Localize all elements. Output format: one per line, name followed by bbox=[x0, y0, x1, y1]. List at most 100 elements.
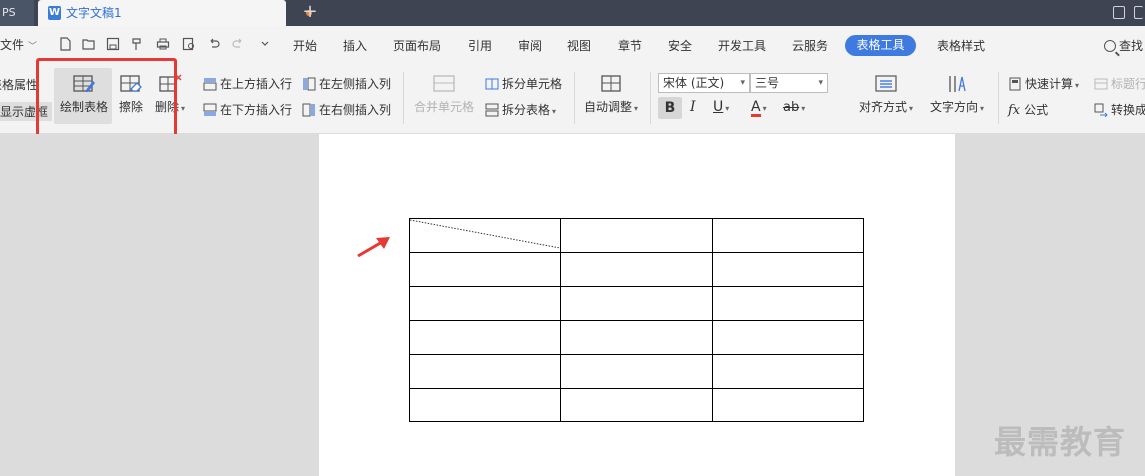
font-size-value: 三号 bbox=[755, 76, 780, 90]
auto-fit-label: 自动调整 bbox=[583, 100, 632, 114]
new-tab-button[interactable]: + bbox=[300, 0, 320, 26]
chevron-down-icon: ▾ bbox=[1075, 81, 1080, 90]
watermark: 最需教育 bbox=[994, 423, 1127, 461]
menu-review[interactable]: 审阅 bbox=[518, 37, 542, 54]
insert-row-above-label: 在上方插入行 bbox=[220, 77, 293, 91]
insert-col-left-icon bbox=[303, 77, 316, 91]
chevron-down-icon: ▾ bbox=[801, 104, 806, 113]
highlight-box bbox=[36, 58, 177, 140]
insert-col-right-button[interactable]: 在右侧插入列 bbox=[302, 101, 391, 118]
menu-home[interactable]: 开始 bbox=[293, 37, 317, 54]
auto-fit-button[interactable]: 自动调整 ▾ bbox=[580, 74, 642, 115]
split-table-icon bbox=[485, 103, 499, 117]
insert-row-above-icon bbox=[203, 78, 217, 91]
title-row-icon bbox=[1094, 78, 1108, 90]
menu-view[interactable]: 视图 bbox=[567, 37, 591, 54]
insert-col-left-button[interactable]: 在左侧插入列 bbox=[302, 75, 391, 92]
insert-row-above-button[interactable]: 在上方插入行 bbox=[203, 75, 292, 92]
merge-cells-icon bbox=[433, 75, 455, 92]
auto-fit-icon bbox=[601, 75, 621, 92]
title-row-label: 标题行 bbox=[1111, 77, 1145, 91]
text-direction-label: 文字方向 bbox=[929, 100, 978, 114]
font-name-select[interactable]: 宋体 (正文) ▾ bbox=[658, 73, 750, 93]
chevron-down-icon: ▾ bbox=[181, 104, 186, 113]
formula-label: 公式 bbox=[1024, 103, 1049, 117]
split-table-label: 拆分表格 bbox=[502, 103, 551, 117]
chevron-down-icon: ▾ bbox=[762, 104, 767, 113]
split-cells-button[interactable]: 拆分单元格 bbox=[485, 75, 562, 92]
convert-label: 转换成 bbox=[1111, 103, 1145, 117]
annotation-arrow-icon bbox=[357, 237, 390, 258]
chevron-down-icon: ▾ bbox=[909, 104, 914, 113]
font-color-label: A bbox=[751, 99, 761, 117]
chevron-down-icon: ▾ bbox=[725, 104, 730, 113]
insert-col-right-icon bbox=[302, 103, 315, 117]
menu-page-layout[interactable]: 页面布局 bbox=[393, 37, 441, 54]
split-cells-label: 拆分单元格 bbox=[502, 77, 563, 91]
menu-table-tools[interactable]: 表格工具 bbox=[845, 35, 916, 56]
split-table-button[interactable]: 拆分表格 ▾ bbox=[485, 101, 556, 118]
chevron-down-icon: ﹀ bbox=[28, 42, 38, 52]
underline-button[interactable]: U ▾ bbox=[713, 99, 729, 115]
convert-button[interactable]: 转换成 bbox=[1094, 101, 1145, 118]
print-icon[interactable] bbox=[156, 37, 170, 51]
menu-chapter[interactable]: 章节 bbox=[618, 37, 642, 54]
insert-row-below-label: 在下方插入行 bbox=[220, 103, 293, 117]
title-bar: PS W 文字文稿1 + bbox=[0, 0, 1145, 26]
undo-icon[interactable] bbox=[207, 37, 221, 51]
file-menu[interactable]: 文件 ﹀ bbox=[0, 36, 37, 53]
font-color-button[interactable]: A ▾ bbox=[751, 99, 767, 117]
window-restore-icon[interactable] bbox=[1113, 6, 1125, 19]
search-label: 查找 bbox=[1119, 39, 1144, 53]
window-split-icon[interactable] bbox=[1134, 6, 1143, 19]
alignment-label: 对齐方式 bbox=[858, 100, 907, 114]
menu-references[interactable]: 引用 bbox=[468, 37, 492, 54]
bold-button[interactable]: B bbox=[658, 97, 682, 119]
insert-row-below-button[interactable]: 在下方插入行 bbox=[203, 101, 292, 118]
alignment-icon bbox=[875, 75, 897, 92]
new-doc-icon[interactable] bbox=[58, 37, 72, 51]
document-tab[interactable]: W 文字文稿1 bbox=[38, 0, 312, 26]
ribbon-separator bbox=[403, 72, 404, 124]
insert-row-below-icon bbox=[203, 103, 217, 116]
quick-calc-button[interactable]: 快速计算 ▾ bbox=[1008, 75, 1079, 92]
convert-icon bbox=[1094, 103, 1108, 117]
text-direction-button[interactable]: 文字方向 ▾ bbox=[926, 74, 988, 115]
formula-icon: fx bbox=[1008, 103, 1021, 118]
diagonal-line bbox=[409, 219, 561, 249]
table-properties-button[interactable]: 表格属性 bbox=[0, 76, 38, 93]
title-row-button[interactable]: 标题行 bbox=[1094, 75, 1145, 92]
table-grid-lines bbox=[409, 218, 864, 422]
save-icon[interactable] bbox=[106, 37, 120, 51]
format-painter-icon[interactable] bbox=[130, 37, 144, 51]
app-tab[interactable]: PS bbox=[0, 0, 34, 26]
menu-security[interactable]: 安全 bbox=[668, 37, 692, 54]
writer-doc-icon: W bbox=[48, 6, 61, 20]
search-button[interactable]: 查找 bbox=[1104, 37, 1143, 54]
print-preview-icon[interactable] bbox=[182, 37, 196, 51]
menu-cloud[interactable]: 云服务 bbox=[792, 37, 828, 54]
merge-cells-button[interactable]: 合并单元格 bbox=[412, 74, 476, 115]
redo-icon[interactable] bbox=[231, 37, 245, 51]
document-table[interactable] bbox=[409, 218, 864, 422]
insert-col-left-label: 在左侧插入列 bbox=[319, 77, 392, 91]
menu-developer[interactable]: 开发工具 bbox=[718, 37, 766, 54]
search-icon bbox=[1104, 40, 1116, 52]
highlight-button[interactable]: ab ▾ bbox=[783, 99, 805, 115]
alignment-button[interactable]: 对齐方式 ▾ bbox=[854, 74, 918, 115]
chevron-down-icon: ▾ bbox=[818, 78, 823, 88]
font-size-select[interactable]: 三号 ▾ bbox=[750, 73, 828, 93]
open-folder-icon[interactable] bbox=[82, 37, 96, 51]
menu-insert[interactable]: 插入 bbox=[343, 37, 367, 54]
menu-table-style[interactable]: 表格样式 bbox=[937, 37, 985, 54]
ribbon-separator bbox=[650, 72, 651, 124]
insert-col-right-label: 在右侧插入列 bbox=[319, 103, 392, 117]
quick-calc-label: 快速计算 bbox=[1025, 77, 1074, 91]
split-cells-icon bbox=[485, 78, 499, 90]
formula-button[interactable]: fx 公式 bbox=[1008, 101, 1048, 118]
customize-dropdown-icon[interactable] bbox=[258, 37, 272, 51]
text-direction-icon bbox=[949, 76, 966, 92]
document-tab-title: 文字文稿1 bbox=[66, 6, 122, 20]
italic-button[interactable]: I bbox=[690, 99, 696, 115]
chevron-down-icon: ▾ bbox=[740, 78, 745, 88]
